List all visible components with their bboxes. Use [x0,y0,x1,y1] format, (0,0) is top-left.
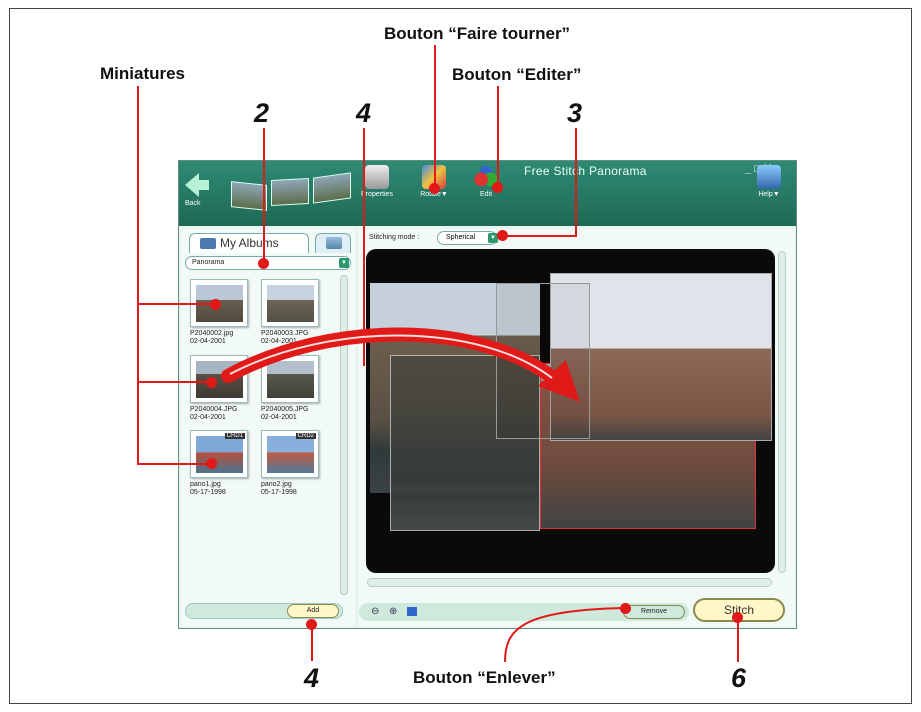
thumbnail-image [196,361,243,398]
albums-icon [200,238,216,249]
callout-number-4-top: 4 [356,98,372,128]
leader-4-bottom [311,625,313,661]
tab-folders[interactable] [315,233,351,253]
thumbnail-filename: P2040003.JPG [261,330,309,337]
leader-3-horizontal [503,235,577,237]
leader-dot-add [306,619,317,630]
thumbnail-image [267,361,314,398]
thumbnail-date: 02-04-2001 [261,414,297,421]
tab-my-albums[interactable]: My Albums [189,233,309,253]
leader-dot-rotate [429,183,440,194]
help-button[interactable]: Help▼ [749,165,789,198]
thumbnail-caption: P2040003.JPG 02-04-2001 [261,330,308,346]
callout-thumbnails: Miniatures [100,64,186,83]
callout-number-6: 6 [731,663,747,693]
leader-dot-thumb-2 [206,377,217,388]
thumbnail-pano1[interactable]: CRD1 [190,430,248,478]
thumbnail-filename: P2040005.JPG [261,406,309,413]
stitching-mode-value: Spherical [446,234,476,241]
leader-dot-edit [492,182,503,193]
callout-remove-button: Bouton “Enlever” [413,668,556,687]
leader-dot-remove [620,603,631,614]
stitching-mode-select[interactable]: Spherical ▼ [437,231,498,245]
back-arrow-icon[interactable] [185,173,199,197]
thumbnail-date: 02-04-2001 [190,338,226,345]
leader-2 [263,128,265,263]
logo-photo-middle [271,178,309,206]
callout-number-4-bottom: 4 [304,663,320,693]
thumbnail-filename: pano2.jpg [261,481,292,488]
thumbnail-image [196,436,243,473]
leader-edit [497,86,499,186]
callout-number-2: 2 [254,98,270,128]
leader-rotate [434,45,436,187]
leader-dot-3 [497,230,508,241]
zoom-out-icon[interactable]: ⊖ [371,606,379,617]
thumbnail-caption: pano2.jpg 05-17-1998 [261,481,297,497]
stitching-mode-label: Stitching mode : [369,234,420,241]
back-arrow-stem [199,180,209,190]
fit-view-icon[interactable] [407,607,417,616]
callout-rotate-button: Bouton “Faire tourner” [384,24,571,43]
thumbnail-pano2[interactable]: CRD2 [261,430,319,478]
zoom-in-icon[interactable]: ⊕ [389,606,397,617]
album-select-value: Panorama [192,259,225,266]
chevron-down-icon[interactable]: ▼ [339,258,349,268]
thumbnail-filename: P2040004.JPG [190,406,238,413]
thumbnail-caption: P2040005.JPG 02-04-2001 [261,406,308,422]
thumbnail-date: 05-17-1998 [190,489,226,496]
add-button[interactable]: Add [287,604,339,618]
logo-photo-left [231,181,267,211]
thumbnail-p2040003[interactable] [261,279,319,327]
canvas-vertical-scrollbar[interactable] [778,251,786,573]
thumbnail-filename: P2040002.jpg [190,330,234,337]
panorama-canvas[interactable] [366,249,775,573]
properties-icon [365,165,389,189]
thumbnail-date: 02-04-2001 [261,338,297,345]
thumbnail-badge: CRD1 [224,433,245,439]
leader-thumbnails-1 [137,303,217,305]
canvas-horizontal-scrollbar[interactable] [367,578,772,587]
callout-number-3: 3 [567,98,583,128]
leader-3-vertical [575,128,577,236]
help-label: Help▼ [758,191,780,198]
leader-thumbnails-3 [137,463,213,465]
thumbnail-filename: pano1.jpg [190,481,221,488]
tab-my-albums-label: My Albums [220,236,279,250]
leader-6 [737,620,739,662]
album-scrollbar[interactable] [340,275,348,595]
remove-button[interactable]: Remove [623,605,685,619]
leader-thumbnails-vertical [137,86,139,464]
thumbnail-caption: pano1.jpg 05-17-1998 [190,481,226,497]
thumbnail-caption: P2040004.JPG 02-04-2001 [190,406,237,422]
app-window: Back Free Stitch Panorama _ □ X Properti… [178,160,797,629]
logo-photo-right [313,172,351,204]
thumbnail-date: 05-17-1998 [261,489,297,496]
thumbnail-p2040005[interactable] [261,355,319,403]
thumbnail-caption: P2040002.jpg 02-04-2001 [190,330,233,346]
back-label[interactable]: Back [185,200,201,207]
leader-dot-thumb-3 [206,458,217,469]
edit-button[interactable]: Edit [466,165,506,198]
help-icon [757,165,781,189]
folders-icon [326,237,342,249]
album-pane: My Albums Panorama ▼ P2040002.jpg 02-04-2… [181,229,355,627]
leader-thumbnails-2 [137,381,213,383]
leader-4-top [363,128,365,366]
leader-dot-stitch [732,612,743,623]
stitch-pane: Stitching mode : Spherical ▼ ⊖ ⊕ Remove … [359,229,795,627]
thumbnail-badge: CRD2 [295,433,316,439]
leader-dot-2 [258,258,269,269]
leader-dot-thumb-1 [210,299,221,310]
thumbnail-date: 02-04-2001 [190,414,226,421]
window-title: Free Stitch Panorama [524,164,647,178]
window-header: Back Free Stitch Panorama _ □ X Properti… [179,161,796,226]
callout-edit-button: Bouton “Editer” [452,65,582,84]
thumbnail-p2040004[interactable] [190,355,248,403]
thumbnail-image [267,436,314,473]
panorama-photo-outline [496,283,590,439]
thumbnail-image [267,285,314,322]
